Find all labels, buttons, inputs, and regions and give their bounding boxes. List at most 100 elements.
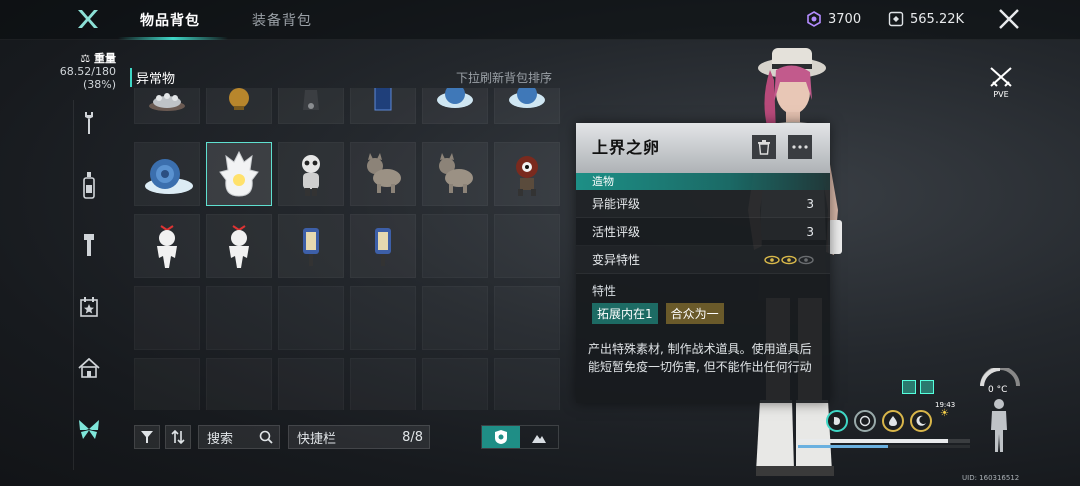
blue-tablet-item-icon	[374, 88, 392, 111]
attribute-label: 变异特性	[592, 253, 641, 267]
badge-icon	[495, 430, 507, 444]
blue-snail-item-icon	[509, 88, 545, 108]
item-slot[interactable]	[206, 214, 272, 278]
attribute-label: 异能评级	[592, 197, 641, 211]
search-input[interactable]: 搜索	[198, 425, 280, 449]
crystal-amount: 3700	[828, 11, 862, 27]
trash-icon	[758, 140, 770, 155]
mutation-eye-icons	[764, 255, 814, 264]
empty-slot[interactable]	[350, 358, 416, 410]
attribute-row: 异能评级 3	[576, 190, 830, 218]
item-slot[interactable]	[134, 142, 200, 206]
nav-materials[interactable]	[74, 230, 104, 260]
item-slot[interactable]	[134, 214, 200, 278]
attribute-label: 活性评级	[592, 225, 641, 239]
pve-mode[interactable]: PVE	[988, 66, 1014, 99]
water-drop-icon	[889, 416, 897, 426]
empty-slot[interactable]	[206, 286, 272, 350]
empty-slot[interactable]	[494, 286, 560, 350]
blue-snail-item-icon	[145, 159, 193, 194]
nav-anomalies[interactable]	[74, 414, 104, 444]
lantern-item-icon	[303, 228, 319, 266]
more-options-button[interactable]	[788, 135, 812, 159]
top-bar: 物品背包 装备背包 3700 565.22K	[0, 0, 1080, 40]
trait-tag[interactable]: 拓展内在1	[592, 303, 658, 324]
item-grid[interactable]	[132, 88, 562, 410]
cat-item-icon	[367, 153, 401, 193]
detail-header: 上界之卵	[576, 123, 830, 173]
delete-button[interactable]	[752, 135, 776, 159]
item-slot[interactable]	[278, 88, 344, 124]
empty-slot[interactable]	[350, 286, 416, 350]
item-slot[interactable]	[422, 142, 488, 206]
buff-icon[interactable]	[920, 380, 934, 394]
health-stamina-bars	[798, 439, 970, 448]
item-slot[interactable]	[134, 88, 200, 124]
nav-housing[interactable]	[74, 353, 104, 383]
item-slot[interactable]	[494, 88, 560, 124]
filter-button[interactable]	[134, 425, 160, 449]
weight-value: 68.52/180	[59, 65, 116, 78]
item-slot[interactable]	[422, 88, 488, 124]
more-icon	[792, 145, 808, 149]
crown-plate-item-icon	[149, 93, 185, 111]
weight-percent: (38%)	[82, 78, 116, 91]
crossed-swords-icon	[990, 67, 1012, 87]
toggle-badge-view[interactable]	[482, 426, 520, 448]
item-slot[interactable]	[206, 88, 272, 124]
empty-slot[interactable]	[134, 358, 200, 410]
item-slot[interactable]	[278, 142, 344, 206]
buff-icon[interactable]	[902, 380, 916, 394]
empty-slot[interactable]	[494, 358, 560, 410]
empty-slot[interactable]	[206, 358, 272, 410]
game-logo-icon	[78, 10, 98, 28]
weight-indicator: ⚖ 重量 68.52/180 (38%)	[46, 52, 116, 91]
item-slot[interactable]	[350, 214, 416, 278]
empty-slot[interactable]	[278, 286, 344, 350]
empty-slot[interactable]	[494, 214, 560, 278]
sort-button[interactable]	[165, 425, 191, 449]
attribute-row: 变异特性	[576, 246, 830, 274]
calendar-star-icon	[80, 297, 98, 317]
bottle-icon	[83, 172, 95, 199]
attribute-list: 异能评级 3 活性评级 3 变异特性	[576, 190, 830, 274]
tab-item-backpack[interactable]: 物品背包	[140, 10, 200, 30]
coin-amount: 565.22K	[910, 11, 965, 27]
traits-label: 特性	[592, 284, 617, 298]
stomach-status[interactable]	[826, 410, 848, 432]
trait-tag[interactable]: 合众为一	[665, 303, 724, 324]
item-slot[interactable]	[350, 88, 416, 124]
nav-events[interactable]	[74, 292, 104, 322]
inventory-screen: 物品背包 装备背包 3700 565.22K ⚖ 重量 68.52/180 (3…	[0, 0, 1080, 486]
toggle-landscape-view[interactable]	[520, 426, 558, 448]
active-tab-indicator	[118, 37, 228, 40]
empty-slot[interactable]	[422, 286, 488, 350]
sort-icon	[171, 430, 185, 444]
trait-list: 拓展内在1 合众为一	[576, 303, 830, 324]
crystal-icon	[807, 11, 821, 27]
empty-slot[interactable]	[422, 214, 488, 278]
quickbar-button[interactable]: 快捷栏 8/8	[288, 425, 430, 449]
nav-consumables[interactable]	[74, 170, 104, 200]
empty-slot[interactable]	[134, 286, 200, 350]
item-slot[interactable]	[350, 142, 416, 206]
crystal-currency: 3700	[806, 11, 861, 27]
blue-snail-item-icon	[437, 88, 473, 108]
item-slot-selected[interactable]	[206, 142, 272, 206]
empty-slot[interactable]	[422, 358, 488, 410]
close-icon[interactable]	[996, 6, 1022, 32]
tab-equipment-backpack[interactable]: 装备背包	[252, 10, 312, 30]
lantern-item-icon	[375, 228, 391, 266]
item-slot[interactable]	[278, 214, 344, 278]
sleep-status[interactable]	[910, 410, 932, 432]
weight-label: 重量	[94, 52, 116, 65]
item-slot[interactable]	[494, 142, 560, 206]
hydration-status[interactable]	[882, 410, 904, 432]
user-id: UID: 160316512	[962, 474, 1020, 482]
item-name: 上界之卵	[592, 138, 661, 157]
golden-pot-item-icon	[229, 88, 249, 110]
body-status-icon	[991, 399, 1007, 452]
empty-slot[interactable]	[278, 358, 344, 410]
nav-tools[interactable]	[74, 108, 104, 138]
mood-status[interactable]	[854, 410, 876, 432]
